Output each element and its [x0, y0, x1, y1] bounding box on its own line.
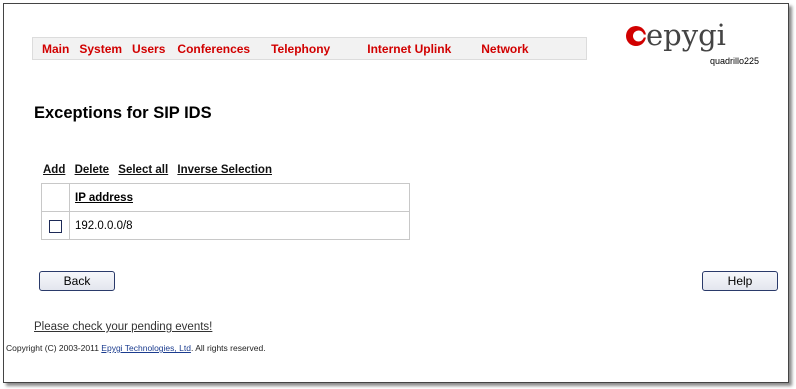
copyright-prefix: Copyright (C) 2003-2011: [6, 343, 99, 353]
exceptions-table: IP address 192.0.0.0/8: [41, 183, 410, 240]
page-title: Exceptions for SIP IDS: [34, 104, 212, 122]
menu-main[interactable]: Main: [42, 42, 69, 56]
select-all-link[interactable]: Select all: [118, 164, 168, 176]
header-ip-cell: IP address: [69, 183, 410, 212]
add-link[interactable]: Add: [43, 164, 65, 176]
row-ip-address: 192.0.0.0/8: [69, 211, 410, 240]
menu-conferences[interactable]: Conferences: [177, 42, 250, 56]
menu-users[interactable]: Users: [132, 42, 165, 56]
main-menu: Main System Users Conferences Telephony …: [32, 37, 587, 60]
menu-internet-uplink[interactable]: Internet Uplink: [367, 42, 451, 56]
back-button[interactable]: Back: [39, 271, 115, 291]
copyright: Copyright (C) 2003-2011 Epygi Technologi…: [6, 343, 266, 353]
pending-events-link[interactable]: Please check your pending events!: [34, 321, 212, 333]
logo-swoosh-icon: [626, 26, 647, 46]
row-checkbox-cell: [41, 211, 70, 240]
copyright-suffix: . All rights reserved.: [190, 343, 266, 353]
header-checkbox-cell: [41, 183, 70, 212]
delete-link[interactable]: Delete: [75, 164, 110, 176]
epygi-logo: epygi quadrillo225: [625, 18, 775, 90]
table-header-row: IP address: [41, 183, 410, 212]
company-link[interactable]: Epygi Technologies, Ltd: [101, 343, 191, 353]
menu-system[interactable]: System: [79, 42, 122, 56]
ip-address-column-header[interactable]: IP address: [75, 192, 133, 204]
menu-telephony[interactable]: Telephony: [271, 42, 330, 56]
table-actions: Add Delete Select all Inverse Selection: [43, 164, 278, 176]
table-row: 192.0.0.0/8: [41, 211, 410, 240]
logo-brand: epygi: [646, 18, 726, 52]
help-button[interactable]: Help: [702, 271, 778, 291]
inverse-selection-link[interactable]: Inverse Selection: [177, 164, 272, 176]
device-name: quadrillo225: [710, 56, 760, 66]
menu-network[interactable]: Network: [481, 42, 528, 56]
row-checkbox[interactable]: [49, 219, 62, 233]
